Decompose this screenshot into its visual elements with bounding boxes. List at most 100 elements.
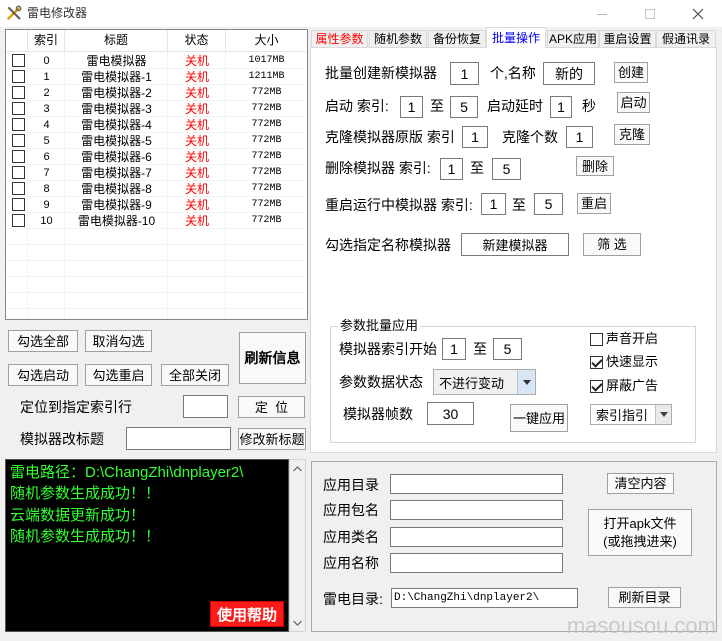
param-state-select[interactable]: 不进行变动: [433, 369, 536, 395]
table-row[interactable]: 0 雷电模拟器 关机 1017MB: [6, 53, 307, 69]
restart-to-input[interactable]: [534, 193, 563, 215]
row-checkbox[interactable]: [12, 166, 25, 179]
log-line: 雷电路径：D:\ChangZhi\dnplayer2\: [10, 464, 244, 481]
restart-from-input[interactable]: [481, 193, 506, 215]
log-console[interactable]: 雷电路径：D:\ChangZhi\dnplayer2\ 随机参数生成成功！！ 云…: [5, 459, 289, 632]
console-scrollbar[interactable]: [289, 459, 306, 632]
row-checkbox[interactable]: [12, 214, 25, 227]
clear-content-button[interactable]: 清空内容: [607, 473, 674, 494]
column-header-size[interactable]: 大小: [226, 30, 307, 51]
help-button[interactable]: 使用帮助: [210, 601, 284, 627]
delete-from-input[interactable]: [440, 158, 463, 180]
start-from-input[interactable]: [400, 96, 423, 118]
refresh-info-button[interactable]: 刷新信息: [239, 332, 306, 384]
row-checkbox[interactable]: [12, 134, 25, 147]
start-button[interactable]: 启动: [617, 92, 650, 113]
cell-size: 772MB: [251, 215, 282, 226]
row-checkbox[interactable]: [12, 150, 25, 163]
rename-title-input[interactable]: [126, 427, 231, 450]
column-header-index[interactable]: 索引: [28, 30, 65, 51]
row-checkbox[interactable]: [12, 118, 25, 131]
create-count-input[interactable]: [450, 62, 479, 85]
table-row[interactable]: 1 雷电模拟器-1 关机 1211MB: [6, 69, 307, 85]
cell-size: 772MB: [251, 199, 282, 210]
table-row[interactable]: 5 雷电模拟器-5 关机 772MB: [6, 133, 307, 149]
cell-index: 2: [43, 87, 50, 99]
param-from-input[interactable]: [442, 338, 466, 360]
tab-fake-contacts[interactable]: 假通讯录: [656, 30, 716, 48]
table-row[interactable]: 7 雷电模拟器-7 关机 772MB: [6, 165, 307, 181]
deselect-all-button[interactable]: 取消勾选: [85, 330, 152, 352]
index-guide-select[interactable]: 索引指引: [590, 404, 672, 425]
clone-count-input[interactable]: [566, 126, 593, 148]
table-row[interactable]: 10 雷电模拟器-10 关机 772MB: [6, 213, 307, 229]
tab-backup-restore[interactable]: 备份恢复: [428, 30, 486, 48]
row-checkbox[interactable]: [12, 198, 25, 211]
open-apk-button-line1: 打开apk文件: [603, 515, 677, 531]
close-button[interactable]: [675, 0, 721, 27]
scroll-down-icon[interactable]: [290, 614, 305, 631]
create-button[interactable]: 创建: [614, 62, 648, 83]
filter-name-input[interactable]: [461, 233, 569, 256]
emulator-list[interactable]: 索引 标题 状态 大小 0 雷电模拟器 关机 1017MB 1 雷电模拟器-1 关机 1211…: [5, 29, 308, 320]
column-header-status[interactable]: 状态: [168, 30, 226, 51]
param-state-value: 不进行变动: [439, 375, 505, 391]
open-apk-button[interactable]: 打开apk文件 (或拖拽进来): [588, 509, 692, 556]
restart-checked-button[interactable]: 勾选重启: [85, 364, 152, 386]
table-row[interactable]: 4 雷电模拟器-4 关机 772MB: [6, 117, 307, 133]
apply-all-button[interactable]: 一键应用: [510, 404, 568, 432]
tab-restart-settings[interactable]: 重启设置: [599, 30, 656, 48]
apk-name-input[interactable]: [390, 553, 563, 573]
delete-to-input[interactable]: [492, 158, 521, 180]
index-guide-value: 索引指引: [596, 408, 649, 423]
scroll-up-icon[interactable]: [290, 460, 305, 477]
table-row[interactable]: 2 雷电模拟器-2 关机 772MB: [6, 85, 307, 101]
clone-index-input[interactable]: [462, 126, 488, 148]
refresh-dir-button[interactable]: 刷新目录: [608, 587, 681, 608]
tab-apk[interactable]: APK应用: [547, 30, 599, 48]
restart-button[interactable]: 重启: [577, 193, 611, 214]
create-name-input[interactable]: [543, 62, 595, 85]
tab-attributes[interactable]: 属性参数: [311, 30, 368, 48]
maximize-button[interactable]: [627, 0, 673, 27]
table-row[interactable]: 3 雷电模拟器-3 关机 772MB: [6, 101, 307, 117]
fast-display-checkbox[interactable]: [590, 356, 603, 369]
delete-to-label: 至: [470, 160, 484, 176]
apk-class-input[interactable]: [390, 527, 563, 547]
apk-name-label: 应用名称: [323, 555, 379, 571]
block-ads-checkbox[interactable]: [590, 380, 603, 393]
apk-dir-input[interactable]: [390, 474, 563, 494]
cell-index: 5: [43, 135, 50, 147]
sound-checkbox[interactable]: [590, 333, 603, 346]
close-all-button[interactable]: 全部关闭: [161, 364, 229, 386]
row-checkbox[interactable]: [12, 70, 25, 83]
column-header-title[interactable]: 标题: [65, 30, 168, 51]
fps-input[interactable]: [427, 402, 474, 425]
row-checkbox[interactable]: [12, 182, 25, 195]
rename-button[interactable]: 修改新标题: [238, 428, 306, 450]
tab-random-params[interactable]: 随机参数: [369, 30, 427, 48]
table-row[interactable]: 8 雷电模拟器-8 关机 772MB: [6, 181, 307, 197]
param-to-input[interactable]: [493, 338, 522, 360]
locate-index-input[interactable]: [183, 395, 228, 418]
filter-button[interactable]: 筛 选: [583, 233, 641, 256]
cell-size: 772MB: [251, 103, 282, 114]
row-checkbox[interactable]: [12, 54, 25, 67]
locate-button[interactable]: 定 位: [238, 396, 305, 418]
table-row[interactable]: 6 雷电模拟器-6 关机 772MB: [6, 149, 307, 165]
ld-dir-input[interactable]: [391, 588, 578, 608]
list-header: 索引 标题 状态 大小: [6, 30, 307, 52]
start-checked-button[interactable]: 勾选启动: [8, 364, 78, 386]
row-checkbox[interactable]: [12, 86, 25, 99]
start-to-input[interactable]: [450, 96, 478, 118]
tab-batch-operations[interactable]: 批量操作: [486, 27, 546, 48]
start-delay-input[interactable]: [550, 96, 572, 118]
apk-package-input[interactable]: [390, 500, 563, 520]
clone-button[interactable]: 克隆: [614, 124, 650, 145]
row-checkbox[interactable]: [12, 102, 25, 115]
table-row[interactable]: 9 雷电模拟器-9 关机 772MB: [6, 197, 307, 213]
delete-button[interactable]: 删除: [576, 156, 614, 176]
start-label: 启动 索引:: [325, 98, 389, 114]
minimize-button[interactable]: [579, 0, 625, 27]
select-all-button[interactable]: 勾选全部: [8, 330, 78, 352]
